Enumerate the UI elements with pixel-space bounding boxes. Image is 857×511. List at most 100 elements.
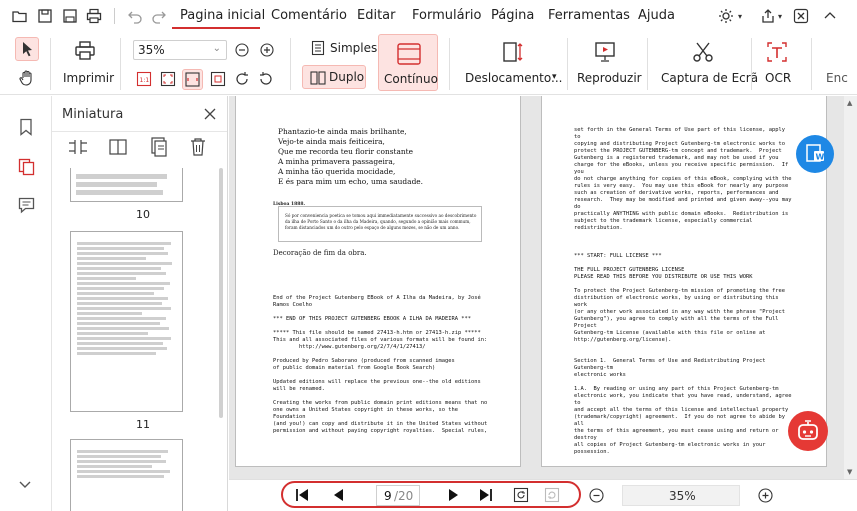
zoom-value[interactable]: 35% bbox=[138, 43, 165, 57]
fit-visible-icon[interactable] bbox=[210, 71, 228, 89]
chevron-down-icon[interactable]: ▾ bbox=[738, 12, 742, 21]
deslocamento-chevron-icon[interactable]: ▾ bbox=[552, 72, 557, 82]
print-label[interactable]: Imprimir bbox=[63, 71, 114, 85]
scroll-down-icon[interactable]: ▼ bbox=[847, 468, 852, 476]
scroll-up-icon[interactable]: ▲ bbox=[847, 99, 852, 107]
active-menu-underline bbox=[172, 27, 260, 29]
print-quick-icon[interactable] bbox=[86, 8, 102, 24]
bookmark-icon[interactable] bbox=[18, 118, 34, 136]
thumbnail-page-number: 10 bbox=[136, 208, 150, 221]
text-line: distribution of electronic works, by usi… bbox=[574, 295, 779, 301]
delete-page-icon[interactable] bbox=[189, 137, 207, 157]
continuo-button[interactable]: Contínuo bbox=[378, 34, 438, 91]
overflow-label[interactable]: Enc bbox=[826, 71, 848, 85]
zoom-in-icon[interactable] bbox=[260, 43, 274, 57]
ocr-label[interactable]: OCR bbox=[765, 71, 791, 85]
split-pages-icon[interactable] bbox=[108, 137, 128, 157]
rail-expand-chevron-icon[interactable] bbox=[18, 480, 32, 490]
zoom-out-icon[interactable] bbox=[235, 43, 249, 57]
thumbnails-icon[interactable] bbox=[18, 158, 35, 176]
redo-icon[interactable] bbox=[151, 8, 167, 24]
text-line: charge for the eBooks, unless you receiv… bbox=[574, 162, 789, 168]
thumbnail-page-10[interactable] bbox=[70, 168, 183, 202]
extract-pages-icon[interactable] bbox=[68, 137, 88, 157]
single-page-icon[interactable] bbox=[311, 40, 325, 56]
save-icon[interactable] bbox=[37, 8, 53, 24]
save-as-icon[interactable] bbox=[62, 8, 78, 24]
undo-icon[interactable] bbox=[127, 8, 143, 24]
text-line: Gutenberg-tm License (available with thi… bbox=[574, 330, 766, 336]
insert-page-icon[interactable] bbox=[149, 137, 169, 157]
fit-width-button[interactable] bbox=[182, 69, 203, 90]
pdf-to-word-badge[interactable]: W bbox=[796, 135, 834, 173]
share-chevron-icon[interactable]: ▾ bbox=[778, 12, 782, 21]
robot-icon bbox=[798, 420, 818, 440]
share-icon[interactable] bbox=[760, 8, 776, 24]
close-panel-icon[interactable] bbox=[204, 108, 216, 120]
text-line bbox=[574, 246, 791, 253]
ai-assistant-badge[interactable] bbox=[788, 411, 828, 451]
text-line: *** END OF THIS PROJECT GUTENBERG EBOOK … bbox=[273, 316, 471, 322]
captura-label[interactable]: Captura de Ecrã bbox=[661, 71, 758, 85]
status-zoom-field[interactable]: 35% bbox=[622, 485, 740, 506]
menu-comentario[interactable]: Comentário bbox=[271, 8, 347, 23]
menu-pagina-inicial[interactable]: Pagina inicial bbox=[180, 8, 265, 23]
ribbon-divider bbox=[751, 38, 752, 90]
thumbnail-scrollbar[interactable] bbox=[219, 168, 223, 418]
menu-bar: Pagina inicial Comentário Editar Formulá… bbox=[0, 0, 857, 32]
status-zoom-in-icon[interactable] bbox=[758, 488, 773, 503]
text-line: 1.A. By reading or using any part of thi… bbox=[574, 386, 779, 392]
ocr-icon[interactable] bbox=[765, 40, 789, 64]
menu-pagina[interactable]: Página bbox=[491, 8, 534, 23]
reproduzir-label[interactable]: Reproduzir bbox=[577, 71, 642, 85]
select-tool-button[interactable] bbox=[15, 37, 39, 61]
zoom-chevron-icon[interactable]: ⌄ bbox=[213, 43, 221, 54]
theme-sun-icon[interactable] bbox=[718, 8, 734, 24]
menu-formulario[interactable]: Formulário bbox=[412, 8, 481, 23]
document-scrollbar[interactable]: ▲ ▼ bbox=[844, 96, 857, 479]
divider bbox=[52, 131, 227, 132]
open-folder-icon[interactable] bbox=[12, 8, 28, 24]
text-line: ***** This file should be named 27413-h.… bbox=[273, 330, 481, 336]
actual-size-icon[interactable]: 1:1 bbox=[136, 71, 154, 89]
scissors-icon[interactable] bbox=[691, 40, 715, 64]
thumbnail-page-12[interactable] bbox=[70, 439, 183, 511]
fit-page-icon[interactable] bbox=[160, 71, 178, 89]
zoom-combo[interactable]: 35% ⌄ bbox=[133, 40, 227, 60]
slideshow-icon[interactable] bbox=[593, 40, 617, 64]
license-text-right: set forth in the General Terms of Use pa… bbox=[574, 127, 791, 456]
menu-ajuda[interactable]: Ajuda bbox=[638, 8, 675, 23]
text-line: subject to the trademark license, especi… bbox=[574, 218, 753, 224]
text-line: To protect the Project Gutenberg-tm miss… bbox=[574, 288, 785, 294]
double-page-icon bbox=[310, 70, 326, 86]
status-zoom-out-icon[interactable] bbox=[589, 488, 604, 503]
ribbon-divider bbox=[567, 38, 568, 90]
simples-label[interactable]: Simples bbox=[330, 41, 377, 55]
rotate-ccw-icon[interactable] bbox=[258, 71, 276, 89]
text-line: set forth in the General Terms of Use pa… bbox=[574, 127, 785, 133]
thumbnail-page-11[interactable] bbox=[70, 231, 183, 412]
duplo-button[interactable]: Duplo bbox=[302, 65, 366, 89]
print-icon[interactable] bbox=[74, 40, 96, 62]
thumbnail-panel-title: Miniatura bbox=[62, 107, 124, 122]
poem-line: Que me recorda teu florir constante bbox=[278, 147, 414, 156]
rotate-cw-icon[interactable] bbox=[234, 71, 252, 89]
text-line bbox=[574, 379, 791, 386]
text-line: practically ANYTHING with public domain … bbox=[574, 211, 789, 217]
close-app-icon[interactable] bbox=[793, 8, 809, 24]
hand-tool-icon[interactable] bbox=[18, 69, 36, 87]
status-zoom-value[interactable]: 35% bbox=[669, 489, 696, 503]
menu-editar[interactable]: Editar bbox=[357, 8, 396, 23]
text-line bbox=[273, 372, 487, 379]
text-line: PLEASE READ THIS BEFORE YOU DISTRIBUTE O… bbox=[574, 274, 753, 280]
text-line: all bbox=[574, 421, 584, 427]
comments-icon[interactable] bbox=[18, 197, 35, 214]
text-line: all copies of Project Gutenberg-tm elect… bbox=[574, 442, 766, 448]
menu-ferramentas[interactable]: Ferramentas bbox=[548, 8, 630, 23]
scroll-icon[interactable] bbox=[500, 40, 524, 64]
text-line: End of the Project Gutenberg EBook of A … bbox=[273, 295, 481, 301]
text-line: electronic work, you indicate that you h… bbox=[574, 393, 792, 399]
collapse-ribbon-icon[interactable] bbox=[822, 8, 838, 24]
text-line: one owns a United States copyright in th… bbox=[273, 407, 458, 413]
deslocamento-label[interactable]: Deslocamento... bbox=[465, 71, 562, 85]
